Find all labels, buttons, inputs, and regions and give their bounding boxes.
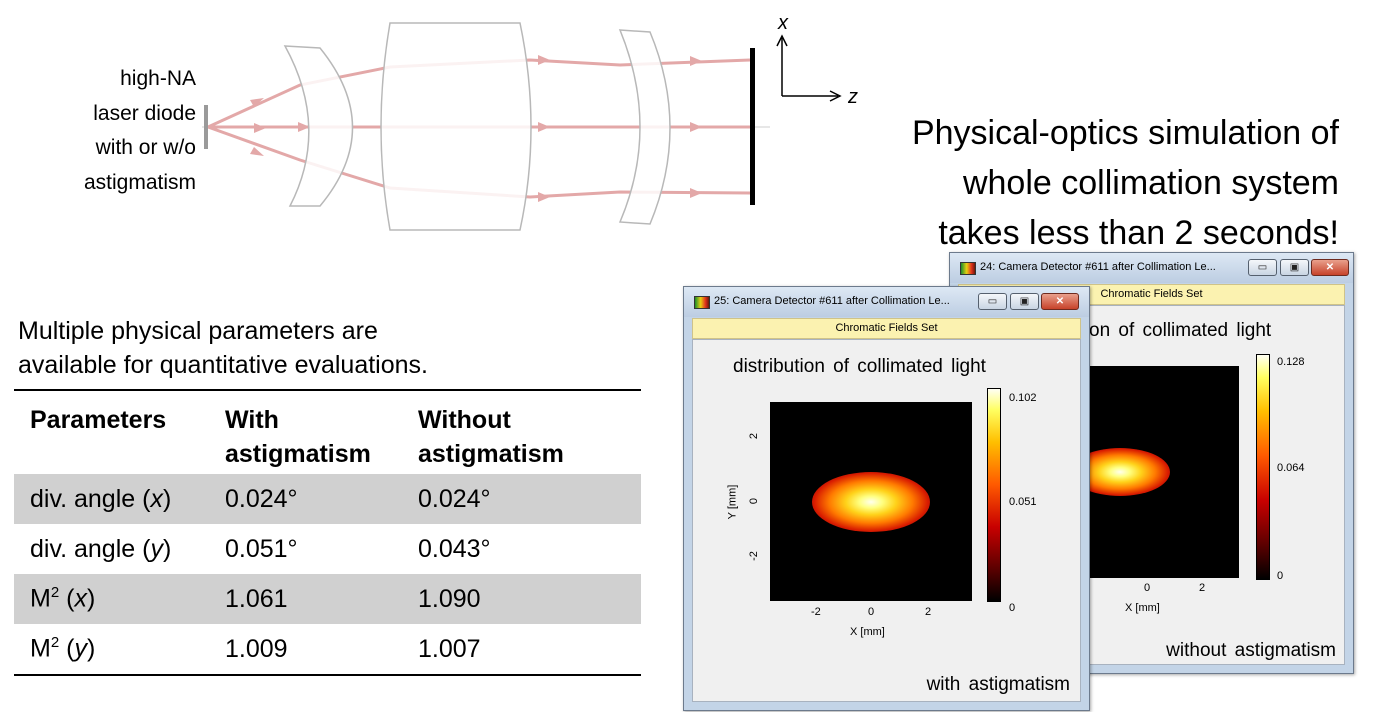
colorbar-tick: 0.064: [1277, 462, 1305, 474]
param-cell: M2 (x): [14, 574, 209, 624]
detector-window-with-astigmatism[interactable]: 25: Camera Detector #611 after Collimati…: [683, 286, 1090, 711]
coordinate-axes: [776, 34, 842, 102]
table-row: div. angle (x) 0.024° 0.024°: [14, 474, 641, 524]
maximize-button[interactable]: ▣: [1280, 259, 1309, 276]
lens-2: [380, 22, 532, 231]
param-sup: 2: [50, 634, 60, 652]
y-tick: 2: [748, 432, 761, 440]
table-row: div. angle (y) 0.051° 0.043°: [14, 524, 641, 574]
detector-plane: [750, 48, 755, 205]
param-close: ): [162, 484, 172, 513]
x-tick: 0: [1144, 582, 1151, 594]
app-icon: [960, 262, 976, 275]
x-axis-label: X [mm]: [1125, 602, 1160, 614]
table-header-row: Parameters With astigmatism Without asti…: [14, 390, 641, 474]
param-text: M: [30, 584, 51, 613]
laser-diode-label-line: laser diode: [93, 101, 196, 125]
param-cell: div. angle (x): [14, 474, 209, 524]
plot-title: on of collimated light: [1089, 320, 1272, 341]
laser-diode-label-line: high-NA: [120, 67, 196, 90]
headline: Physical-optics simulation of whole coll…: [819, 108, 1339, 258]
colorbar-tick: 0: [1009, 602, 1016, 614]
without-cell: 0.043°: [418, 534, 491, 563]
x-tick: 0: [868, 606, 875, 618]
with-cell: 1.061: [209, 574, 402, 624]
app-icon: [694, 296, 710, 309]
window-title: 24: Camera Detector #611 after Collimati…: [980, 261, 1216, 273]
header-without-astigmatism: Without astigmatism: [418, 406, 564, 468]
with-cell: 1.009: [225, 634, 288, 663]
with-cell: 0.024°: [209, 474, 402, 524]
maximize-button[interactable]: ▣: [1010, 293, 1039, 310]
close-button[interactable]: ✕: [1041, 293, 1079, 310]
without-cell: 0.024°: [402, 474, 641, 524]
param-var: y: [150, 534, 163, 563]
param-var: y: [74, 634, 87, 663]
intro-line: available for quantitative evaluations.: [18, 351, 428, 379]
colorbar: [987, 388, 1001, 602]
minimize-button[interactable]: ▭: [1248, 259, 1277, 276]
header-with-astigmatism: With astigmatism: [225, 406, 371, 468]
colorbar-tick: 0.102: [1009, 392, 1037, 404]
param-close: ): [162, 534, 172, 563]
param-text: div. angle (: [30, 484, 151, 513]
with-cell: 0.051°: [225, 534, 298, 563]
param-sup: 2: [50, 584, 60, 602]
x-tick: 2: [925, 606, 932, 618]
window-title: 25: Camera Detector #611 after Collimati…: [714, 295, 950, 307]
table-row: M2 (y) 1.009 1.007: [14, 624, 641, 675]
colorbar-tick: 0.128: [1277, 356, 1305, 368]
minimize-button[interactable]: ▭: [978, 293, 1007, 310]
param-open: (: [59, 634, 75, 663]
intensity-heatmap: [770, 402, 972, 601]
without-astigmatism-label: without astigmatism: [1166, 640, 1336, 661]
chromatic-fields-set-bar[interactable]: Chromatic Fields Set: [692, 318, 1081, 339]
header-parameters: Parameters: [30, 406, 167, 434]
colorbar-tick: 0: [1277, 570, 1284, 582]
laser-diode-source: [204, 105, 208, 149]
parameters-table: Parameters With astigmatism Without asti…: [14, 389, 641, 676]
x-axis-label: X [mm]: [850, 626, 885, 638]
laser-diode-label: high-NA laser diode with or w/o astigmat…: [40, 62, 196, 200]
headline-line: takes less than 2 seconds!: [938, 214, 1339, 252]
beam-spot: [812, 471, 930, 532]
headline-line: whole collimation system: [962, 164, 1339, 202]
plot-title: distribution of collimated light: [733, 356, 986, 377]
param-text: M: [30, 634, 51, 663]
laser-diode-label-line: with or w/o: [95, 136, 196, 159]
param-cell: div. angle (y): [14, 524, 209, 574]
param-open: (: [59, 584, 75, 613]
intensity-heatmap: [1069, 366, 1239, 578]
close-button[interactable]: ✕: [1311, 259, 1349, 276]
window-titlebar[interactable]: 24: Camera Detector #611 after Collimati…: [950, 253, 1353, 283]
intro-text: Multiple physical parameters are availab…: [18, 314, 428, 382]
param-var: x: [74, 584, 87, 613]
param-text: div. angle (: [30, 534, 151, 563]
headline-line: Physical-optics simulation of: [911, 114, 1339, 152]
y-tick: -2: [747, 551, 760, 561]
collimation-system-diagram: [202, 22, 842, 231]
y-tick: 0: [748, 497, 761, 505]
table-row: M2 (x) 1.061 1.090: [14, 574, 641, 624]
colorbar: [1256, 354, 1270, 580]
param-close: ): [86, 584, 96, 613]
param-var: x: [150, 484, 163, 513]
x-axis-label: x: [778, 12, 788, 34]
param-close: ): [86, 634, 96, 663]
param-cell: M2 (y): [14, 624, 209, 675]
x-tick: 2: [1199, 582, 1206, 594]
x-tick: -2: [811, 606, 821, 618]
with-astigmatism-label: with astigmatism: [926, 674, 1070, 695]
plot-area: distribution of collimated light -2 0 2 …: [692, 339, 1081, 702]
z-axis-label: z: [848, 86, 858, 108]
window-titlebar[interactable]: 25: Camera Detector #611 after Collimati…: [684, 287, 1089, 317]
y-axis-label: Y [mm]: [726, 484, 739, 520]
without-cell: 1.007: [418, 634, 481, 663]
colorbar-tick: 0.051: [1009, 496, 1037, 508]
intro-line: Multiple physical parameters are: [18, 317, 378, 345]
laser-diode-label-line: astigmatism: [83, 170, 196, 194]
without-cell: 1.090: [402, 574, 641, 624]
